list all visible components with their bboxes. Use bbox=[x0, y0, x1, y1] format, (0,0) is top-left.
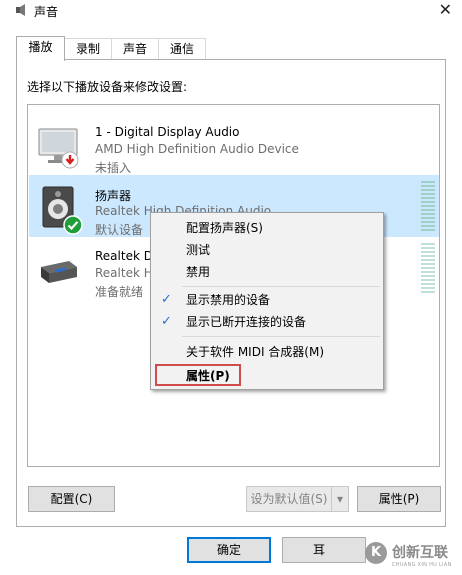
cancel-button[interactable]: 耳 bbox=[282, 537, 366, 563]
device-description: Realtek H bbox=[95, 266, 153, 280]
default-check-badge-icon bbox=[63, 215, 83, 235]
menu-item-test[interactable]: 测试 bbox=[151, 239, 383, 261]
menu-item-label: 测试 bbox=[186, 243, 211, 257]
menu-item-show-disconnected[interactable]: ✓ 显示已断开连接的设备 bbox=[151, 311, 383, 333]
menu-item-label: 显示禁用的设备 bbox=[186, 293, 271, 307]
check-icon: ✓ bbox=[161, 292, 172, 307]
menu-item-disable[interactable]: 禁用 bbox=[151, 261, 383, 283]
tab-sounds[interactable]: 声音 bbox=[111, 38, 159, 60]
device-status: 未插入 bbox=[95, 161, 132, 175]
digital-output-icon bbox=[41, 261, 77, 283]
menu-separator bbox=[182, 286, 380, 287]
device-name: 扬声器 bbox=[95, 189, 132, 203]
volume-meter bbox=[421, 181, 435, 233]
configure-button[interactable]: 配置(C) bbox=[28, 486, 115, 512]
set-default-dropdown-arrow-icon: ▾ bbox=[331, 486, 349, 512]
watermark-text: 创新互联 bbox=[392, 545, 448, 561]
watermark-subtext: CHUANG XIN HU LIAN bbox=[392, 562, 452, 568]
device-description: AMD High Definition Audio Device bbox=[95, 142, 299, 156]
tab-recording[interactable]: 录制 bbox=[64, 38, 112, 60]
tab-playback[interactable]: 播放 bbox=[16, 36, 65, 61]
tab-communications[interactable]: 通信 bbox=[158, 38, 206, 60]
window-title: 声音 bbox=[34, 5, 59, 19]
speaker-app-icon bbox=[16, 4, 25, 16]
volume-meter bbox=[421, 243, 435, 295]
menu-item-label: 显示已断开连接的设备 bbox=[186, 315, 307, 329]
context-menu: 配置扬声器(S) 测试 禁用 ✓ 显示禁用的设备 ✓ 显示已断开连接的设备 关于软件… bbox=[150, 212, 384, 390]
menu-item-label: 关于软件 MIDI 合成器(M) bbox=[186, 345, 325, 359]
device-status: 准备就绪 bbox=[95, 285, 144, 299]
device-status: 默认设备 bbox=[95, 223, 144, 237]
title-bar: 声音 ✕ bbox=[0, 0, 462, 22]
ok-button[interactable]: 确定 bbox=[187, 537, 271, 563]
watermark-logo-icon: K bbox=[365, 542, 387, 564]
menu-item-label: 配置扬声器(S) bbox=[186, 221, 263, 235]
device-name: Realtek D bbox=[95, 249, 153, 263]
menu-separator bbox=[182, 336, 380, 337]
instruction-label: 选择以下播放设备来修改设置: bbox=[27, 80, 188, 94]
menu-item-label: 禁用 bbox=[186, 265, 211, 279]
set-default-button: 设为默认值(S) bbox=[246, 486, 331, 512]
highlight-box bbox=[155, 364, 241, 386]
menu-item-show-disabled[interactable]: ✓ 显示禁用的设备 bbox=[151, 289, 383, 311]
menu-item-configure-speakers[interactable]: 配置扬声器(S) bbox=[151, 217, 383, 239]
watermark-logo: K 创新互联 CHUANG XIN HU LIAN bbox=[362, 536, 462, 575]
close-icon[interactable]: ✕ bbox=[439, 0, 452, 20]
unplugged-badge-icon bbox=[61, 151, 79, 169]
properties-button[interactable]: 属性(P) bbox=[357, 486, 441, 512]
device-digital-display-audio[interactable]: 1 - Digital Display Audio AMD High Defin… bbox=[29, 113, 439, 175]
check-icon: ✓ bbox=[161, 314, 172, 329]
device-name: 1 - Digital Display Audio bbox=[95, 125, 240, 139]
menu-item-about-midi[interactable]: 关于软件 MIDI 合成器(M) bbox=[151, 341, 383, 363]
